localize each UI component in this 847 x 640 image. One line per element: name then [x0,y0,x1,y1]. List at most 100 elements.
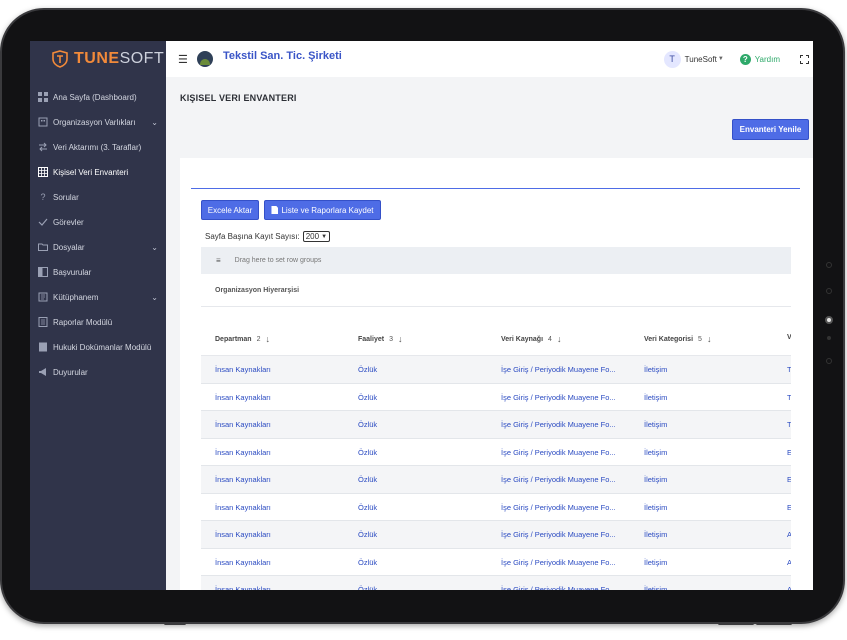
sidebar-item-library[interactable]: Kütüphanem ⌄ [30,285,166,310]
cell-truncated[interactable]: E [787,448,791,457]
table-row[interactable]: İnsan Kaynakları Özlük İşe Giriş / Periyod… [201,548,791,576]
table-row[interactable]: İnsan Kaynakları Özlük İşe Giriş / Periyod… [201,576,791,590]
app-screen: TUNESOFT Ana Sayfa (Dashboard) Organizas… [30,41,813,590]
column-header-department[interactable]: Departman 2 ↓ [215,334,270,344]
user-menu[interactable]: TuneSoft [685,55,717,64]
cell-data-source[interactable]: İşe Giriş / Periyodik Muayene Fo... [501,393,616,402]
sidebar-item-announcements[interactable]: Duyurular [30,360,166,385]
cell-data-source[interactable]: İşe Giriş / Periyodik Muayene Fo... [501,475,616,484]
cell-truncated[interactable]: T [787,420,791,429]
table-row[interactable]: İnsan Kaynakları Özlük İşe Giriş / Periyod… [201,493,791,521]
table-row[interactable]: İnsan Kaynakları Özlük İşe Giriş / Periyod… [201,411,791,439]
cell-department[interactable]: İnsan Kaynakları [215,448,271,457]
cell-activity[interactable]: Özlük [358,393,377,402]
sidebar-item-applications[interactable]: Başvurular [30,260,166,285]
cell-truncated[interactable]: A [787,585,791,590]
transfer-icon [39,142,47,152]
save-to-lists-button[interactable]: Liste ve Raporlara Kaydet [264,200,381,220]
cell-data-category[interactable]: İletişim [644,585,667,590]
column-header-data-category[interactable]: Veri Kategorisi 5 ↓ [644,334,711,344]
chevron-down-icon: ⌄ [151,293,158,302]
column-header-label: Veri Kategorisi [644,335,694,343]
cell-activity[interactable]: Özlük [358,365,377,374]
refresh-inventory-button[interactable]: Envanteri Yenile [732,119,809,140]
table-row[interactable]: İnsan Kaynakları Özlük İşe Giriş / Periyod… [201,438,791,466]
cell-truncated[interactable]: E [787,503,791,512]
sort-order: 5 [698,335,702,343]
cell-truncated[interactable]: E [787,475,791,484]
sidebar-item-legal-documents[interactable]: Hukuki Dokümanlar Modülü [30,335,166,360]
column-header-activity[interactable]: Faaliyet 3 ↓ [358,334,402,344]
table-row[interactable]: İnsan Kaynakları Özlük İşe Giriş / Periyod… [201,356,791,384]
grid-header-row: Departman 2 ↓ Faaliyet 3 ↓ Veri Kaynağı … [201,322,791,356]
hamburger-menu-icon[interactable]: ☰ [178,53,188,66]
sidebar-item-dashboard[interactable]: Ana Sayfa (Dashboard) [30,85,166,110]
cell-truncated[interactable]: A [787,530,791,539]
cell-data-source[interactable]: İşe Giriş / Periyodik Muayene Fo... [501,530,616,539]
cell-data-category[interactable]: İletişim [644,558,667,567]
cell-activity[interactable]: Özlük [358,448,377,457]
export-excel-button[interactable]: Excele Aktar [201,200,259,220]
cell-data-category[interactable]: İletişim [644,448,667,457]
cell-activity[interactable]: Özlük [358,420,377,429]
cell-truncated[interactable]: T [787,393,791,402]
cell-department[interactable]: İnsan Kaynakları [215,365,271,374]
cell-activity[interactable]: Özlük [358,503,377,512]
company-name[interactable]: Tekstil San. Tic. Şirketi [223,50,342,62]
cell-truncated[interactable]: A [787,558,791,567]
cell-department[interactable]: İnsan Kaynakları [215,558,271,567]
cell-data-source[interactable]: İşe Giriş / Periyodik Muayene Fo... [501,448,616,457]
fullscreen-icon[interactable] [800,54,809,64]
cell-data-category[interactable]: İletişim [644,365,667,374]
cell-data-source[interactable]: İşe Giriş / Periyodik Muayene Fo... [501,585,616,590]
page-size-select[interactable]: 200 ▼ [302,231,331,242]
cell-data-category[interactable]: İletişim [644,393,667,402]
column-header-truncated[interactable]: V [787,334,791,341]
cell-data-source[interactable]: İşe Giriş / Periyodik Muayene Fo... [501,365,616,374]
sidebar-item-tasks[interactable]: Görevler [30,210,166,235]
cell-department[interactable]: İnsan Kaynakları [215,393,271,402]
cell-department[interactable]: İnsan Kaynakları [215,420,271,429]
company-avatar[interactable] [197,51,213,67]
hardware-button [756,622,792,625]
cell-department[interactable]: İnsan Kaynakları [215,475,271,484]
cell-activity[interactable]: Özlük [358,475,377,484]
cell-data-source[interactable]: İşe Giriş / Periyodik Muayene Fo... [501,503,616,512]
cell-data-category[interactable]: İletişim [644,475,667,484]
help-icon[interactable]: ? [739,53,751,65]
table-icon [38,167,48,177]
user-avatar[interactable]: T [663,50,681,68]
cell-department[interactable]: İnsan Kaynakları [215,503,271,512]
row-group-drop-zone[interactable]: ≡ Drag here to set row groups [201,247,791,274]
sidebar-item-reports[interactable]: Raporlar Modülü [30,310,166,335]
cell-activity[interactable]: Özlük [358,558,377,567]
cell-activity[interactable]: Özlük [358,530,377,539]
building-icon [38,117,48,127]
sidebar-item-label: Kütüphanem [53,293,99,302]
cell-department[interactable]: İnsan Kaynakları [215,585,271,590]
report-icon [38,317,48,327]
sidebar-item-data-transfer[interactable]: Veri Aktarımı (3. Taraflar) [30,135,166,160]
cell-data-source[interactable]: İşe Giriş / Periyodik Muayene Fo... [501,420,616,429]
cell-truncated[interactable]: T [787,365,791,374]
help-link[interactable]: Yardım [755,55,780,64]
brand-logo[interactable]: TUNESOFT [30,41,166,77]
sidebar-item-organization-assets[interactable]: Organizasyon Varlıkları ⌄ [30,110,166,135]
cell-data-category[interactable]: İletişim [644,420,667,429]
cell-data-source[interactable]: İşe Giriş / Periyodik Muayene Fo... [501,558,616,567]
table-row[interactable]: İnsan Kaynakları Özlük İşe Giriş / Periyod… [201,383,791,411]
page-size-control: Sayfa Başına Kayıt Sayısı: 200 ▼ [205,231,331,242]
chevron-down-icon[interactable]: ▼ [718,56,724,62]
table-row[interactable]: İnsan Kaynakları Özlük İşe Giriş / Periyod… [201,521,791,549]
cell-activity[interactable]: Özlük [358,585,377,590]
cell-data-category[interactable]: İletişim [644,503,667,512]
table-row[interactable]: İnsan Kaynakları Özlük İşe Giriş / Periyod… [201,466,791,494]
sidebar-item-personal-data-inventory[interactable]: Kişisel Veri Envanteri [30,160,166,185]
cell-department[interactable]: İnsan Kaynakları [215,530,271,539]
cell-data-category[interactable]: İletişim [644,530,667,539]
column-header-data-source[interactable]: Veri Kaynağı 4 ↓ [501,334,561,344]
brand-name-part1: TUNE [74,50,120,67]
sidebar-item-questions[interactable]: ? Sorular [30,185,166,210]
sidebar-item-files[interactable]: Dosyalar ⌄ [30,235,166,260]
org-hierarchy-header[interactable]: Organizasyon Hiyerarşisi [201,274,791,307]
